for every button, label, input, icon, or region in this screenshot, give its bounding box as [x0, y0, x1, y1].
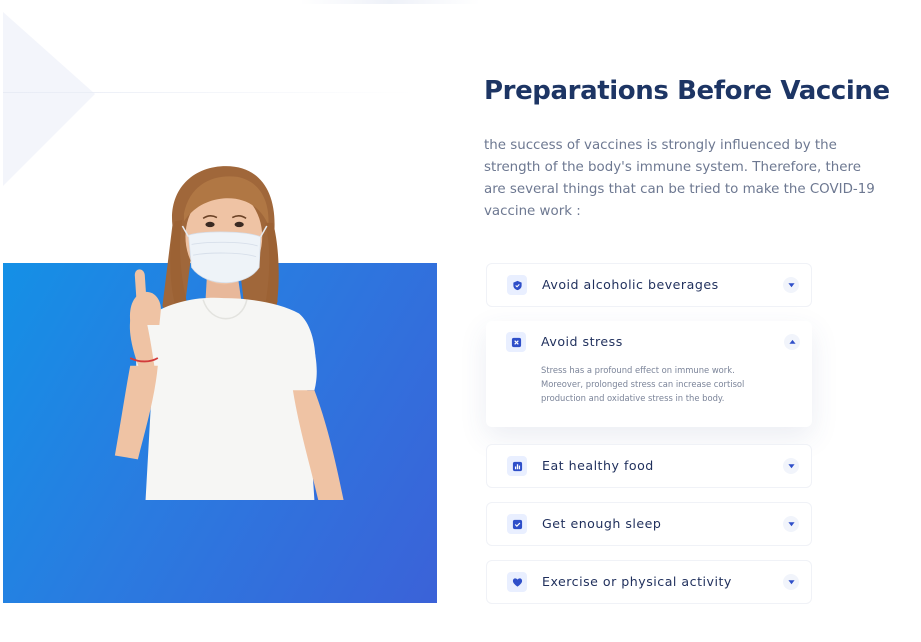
accordion-header[interactable]: Avoid stress: [486, 321, 812, 363]
chevron-down-icon[interactable]: [783, 574, 799, 590]
accordion-item-label: Exercise or physical activity: [542, 574, 732, 589]
section-description: the success of vaccines is strongly infl…: [484, 138, 875, 219]
shield-icon: [507, 275, 527, 295]
accordion-header[interactable]: Eat healthy food: [487, 445, 811, 487]
heart-icon: [507, 572, 527, 592]
accordion-item-enough-sleep[interactable]: Get enough sleep: [486, 502, 812, 546]
accordion-item-label: Avoid stress: [541, 334, 623, 349]
chart-icon: [507, 456, 527, 476]
close-square-icon: [506, 332, 526, 352]
accordion-item-label: Eat healthy food: [542, 458, 654, 473]
accordion-item-avoid-alcohol[interactable]: Avoid alcoholic beverages: [486, 263, 812, 307]
check-square-icon: [507, 514, 527, 534]
chevron-down-icon[interactable]: [783, 277, 799, 293]
accordion-item-body: Stress has a profound effect on immune w…: [541, 365, 745, 403]
chevron-up-icon[interactable]: [784, 334, 800, 350]
decorative-line: [3, 92, 415, 93]
hero-photo: [3, 160, 437, 603]
accordion-header[interactable]: Avoid alcoholic beverages: [487, 264, 811, 306]
accordion-item-eat-healthy[interactable]: Eat healthy food: [486, 444, 812, 488]
accordion-item-avoid-stress[interactable]: Avoid stress Stress has a profound effec…: [486, 321, 812, 427]
chevron-down-icon[interactable]: [783, 458, 799, 474]
accordion-item-label: Avoid alcoholic beverages: [542, 277, 719, 292]
woman-with-mask-illustration: [114, 166, 344, 500]
decorative-top-bar: [300, 0, 480, 4]
accordion-header[interactable]: Get enough sleep: [487, 503, 811, 545]
accordion-item-exercise[interactable]: Exercise or physical activity: [486, 560, 812, 604]
accordion-item-label: Get enough sleep: [542, 516, 662, 531]
section-title: Preparations Before Vaccine: [484, 76, 890, 106]
chevron-down-icon[interactable]: [783, 516, 799, 532]
accordion-header[interactable]: Exercise or physical activity: [487, 561, 811, 603]
